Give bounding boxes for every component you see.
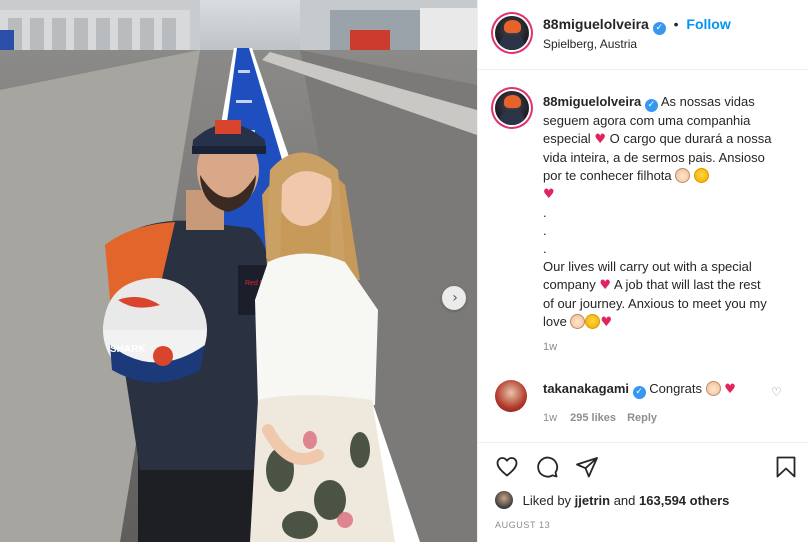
caption-dots: . . . bbox=[543, 205, 547, 256]
smiling-face-emoji-icon bbox=[585, 314, 601, 329]
save-bookmark-icon[interactable] bbox=[775, 455, 797, 479]
verified-badge-icon: ✓ bbox=[652, 22, 666, 35]
like-heart-icon[interactable] bbox=[495, 455, 519, 479]
share-send-icon[interactable] bbox=[575, 455, 599, 479]
comment-timestamp[interactable]: 1w bbox=[543, 412, 557, 424]
comment-likes[interactable]: 295 likes bbox=[570, 412, 616, 424]
liked-by-prefix: Liked by bbox=[522, 493, 572, 508]
caption-username[interactable]: 88miguelolveira bbox=[543, 94, 641, 109]
likes-count[interactable]: 163,594 others bbox=[639, 493, 729, 508]
liked-by-line: Liked by jjetrin and 163,594 others bbox=[495, 491, 729, 509]
caption-en: Our lives will carry out with a special … bbox=[543, 258, 775, 332]
smiling-face-emoji-icon bbox=[693, 168, 709, 183]
post-location[interactable]: Spielberg, Austria bbox=[543, 37, 637, 51]
follow-button[interactable]: Follow bbox=[686, 16, 730, 32]
author-line: 88miguelolveira ✓ • Follow bbox=[543, 16, 731, 35]
post-photo[interactable]: Red Bull SHARK › bbox=[0, 0, 477, 542]
comment-body: Congrats bbox=[649, 381, 702, 396]
heart-emoji-icon: ♥ bbox=[543, 187, 555, 202]
comment-bubble-icon[interactable] bbox=[535, 455, 559, 479]
post-header: 88miguelolveira ✓ • Follow Spielberg, Au… bbox=[478, 0, 808, 70]
baby-face-emoji-icon bbox=[675, 168, 691, 183]
next-photo-button[interactable]: › bbox=[442, 286, 466, 310]
instagram-post: Red Bull SHARK › 88miguelolveira ✓ • Fol… bbox=[0, 0, 808, 542]
baby-face-emoji-icon bbox=[570, 314, 586, 329]
heart-emoji-icon: ♥ bbox=[599, 278, 612, 293]
comment-like-heart-icon[interactable]: ♡ bbox=[771, 385, 782, 399]
svg-text:SHARK: SHARK bbox=[110, 344, 146, 355]
heart-emoji-icon: ♥ bbox=[594, 132, 606, 147]
chevron-right-icon: › bbox=[452, 290, 458, 306]
verified-badge-icon: ✓ bbox=[644, 99, 658, 112]
comment-meta: 1w 295 likes Reply bbox=[543, 412, 657, 424]
liked-by-and: and bbox=[613, 493, 636, 508]
separator-dot: • bbox=[673, 16, 679, 32]
post-side-panel: 88miguelolveira ✓ • Follow Spielberg, Au… bbox=[477, 0, 808, 542]
caption-text: 88miguelolveira ✓ As nossas vidas seguem… bbox=[543, 93, 775, 332]
verified-badge-icon: ✓ bbox=[632, 386, 646, 399]
reply-button[interactable]: Reply bbox=[627, 412, 657, 424]
commenter-avatar[interactable] bbox=[495, 380, 527, 412]
baby-face-emoji-icon bbox=[705, 381, 721, 396]
liker-avatar[interactable] bbox=[495, 491, 513, 509]
liked-by-user[interactable]: jjetrin bbox=[575, 493, 610, 508]
post-actions: Liked by jjetrin and 163,594 others AUGU… bbox=[478, 442, 808, 542]
commenter-username[interactable]: takanakagami bbox=[543, 381, 629, 396]
heart-emoji-icon: ♥ bbox=[724, 382, 736, 397]
author-avatar[interactable] bbox=[495, 16, 529, 50]
post-date[interactable]: AUGUST 13 bbox=[495, 520, 550, 530]
heart-emoji-icon: ♥ bbox=[600, 315, 613, 330]
caption-timestamp[interactable]: 1w bbox=[543, 341, 557, 353]
photo-illustration: Red Bull SHARK bbox=[0, 0, 477, 542]
caption-author-avatar[interactable] bbox=[495, 91, 529, 125]
comment-text: takanakagami ✓ Congrats ♥ bbox=[543, 380, 736, 399]
author-username[interactable]: 88miguelolveira bbox=[543, 16, 649, 32]
